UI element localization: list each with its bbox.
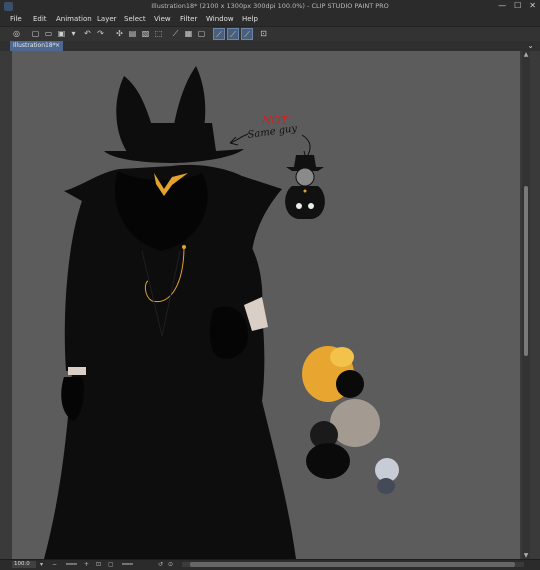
menu-file[interactable]: File xyxy=(10,15,22,23)
tab-list-chevron-icon[interactable]: ⌄ xyxy=(527,41,534,50)
command-bar: ◎ ▢ ▭ ▣ ▾ ↶ ↷ ✣ ▤ ▧ ⬚ ⟋ ▦ ▢ ⟋ ⟋ ⟋ ⊡ xyxy=(0,26,540,42)
menu-filter[interactable]: Filter xyxy=(180,15,197,23)
menu-layer[interactable]: Layer xyxy=(97,15,117,23)
transform-icon[interactable]: ⬚ xyxy=(153,28,164,39)
rotate-slider[interactable]: ━━━ xyxy=(122,560,133,569)
erase-selection-icon[interactable]: ▧ xyxy=(140,28,151,39)
scroll-up-icon[interactable]: ▲ xyxy=(522,51,530,58)
rotate-reset-icon[interactable]: ⊙ xyxy=(168,560,173,569)
watch-chain-clasp xyxy=(182,245,186,249)
zoom-dropdown-icon[interactable]: ▾ xyxy=(40,560,43,569)
rotate-left-icon[interactable]: ↺ xyxy=(158,560,163,569)
tab-label: Illustration18* xyxy=(13,42,56,49)
menu-help[interactable]: Help xyxy=(242,15,258,23)
open-icon[interactable]: ▭ xyxy=(43,28,54,39)
minimize-button[interactable]: — xyxy=(498,1,506,10)
zoom-in-icon[interactable]: + xyxy=(84,560,89,569)
fit-icon[interactable]: ⊡ xyxy=(96,560,101,569)
menu-window[interactable]: Window xyxy=(206,15,234,23)
canvas-tab-bar: Illustration18* × ⌄ xyxy=(0,41,540,51)
window-title: Illustration18* (2100 x 1300px 300dpi 10… xyxy=(151,2,389,10)
close-button[interactable]: ✕ xyxy=(529,1,536,10)
show-grid-icon[interactable]: ⟋ xyxy=(227,28,239,40)
horizontal-scrollbar[interactable] xyxy=(182,562,524,567)
tab-close-icon[interactable]: × xyxy=(55,41,60,51)
artwork: NOT Same guy xyxy=(44,66,399,559)
snap-grid-icon[interactable]: ▦ xyxy=(183,28,194,39)
annotation-arrow-left xyxy=(229,133,249,146)
horizontal-scroll-thumb[interactable] xyxy=(190,562,515,567)
tab-illustration18[interactable]: Illustration18* × xyxy=(10,41,63,51)
vertical-scroll-thumb[interactable] xyxy=(524,186,528,356)
canvas[interactable]: NOT Same guy xyxy=(12,51,520,559)
zoom-slider[interactable]: ━━━ xyxy=(66,560,77,569)
left-cuff xyxy=(68,367,86,375)
menu-animation[interactable]: Animation xyxy=(56,15,92,23)
menu-select[interactable]: Select xyxy=(124,15,146,23)
zoom-out-icon[interactable]: − xyxy=(52,560,57,569)
canvas-area[interactable]: NOT Same guy ▲ ▼ xyxy=(0,51,540,559)
undo-icon[interactable]: ↶ xyxy=(82,28,93,39)
snap-special-icon[interactable]: ▢ xyxy=(196,28,207,39)
show-ruler-icon[interactable]: ⟋ xyxy=(213,28,225,40)
save-icon[interactable]: ▣ xyxy=(56,28,67,39)
snap-ruler-icon[interactable]: ⟋ xyxy=(170,28,181,39)
export-icon[interactable]: ▾ xyxy=(68,28,79,39)
scroll-down-icon[interactable]: ▼ xyxy=(522,552,530,559)
new-icon[interactable]: ▢ xyxy=(30,28,41,39)
show-guides-icon[interactable]: ⊡ xyxy=(258,28,269,39)
fill-icon[interactable]: ▤ xyxy=(127,28,138,39)
app-icon[interactable]: ◎ xyxy=(11,28,22,39)
color-swatches xyxy=(302,346,399,494)
title-bar: Illustration18* (2100 x 1300px 300dpi 10… xyxy=(0,0,540,13)
rotate-field-icon[interactable]: ▢ xyxy=(108,560,114,569)
menu-bar: File Edit Animation Layer Select View Fi… xyxy=(0,13,540,26)
perspective-icon[interactable]: ⟋ xyxy=(241,28,253,40)
annotation-same-guy: Same guy xyxy=(247,123,298,141)
maximize-button[interactable]: ☐ xyxy=(514,1,521,10)
menu-view[interactable]: View xyxy=(154,15,171,23)
redo-icon[interactable]: ↷ xyxy=(95,28,106,39)
vertical-scrollbar[interactable]: ▲ ▼ xyxy=(522,51,530,559)
menu-edit[interactable]: Edit xyxy=(33,15,47,23)
clear-icon[interactable]: ✣ xyxy=(114,28,125,39)
small-figure xyxy=(285,155,325,219)
zoom-field[interactable]: 100.0 xyxy=(12,561,36,568)
status-bar: 100.0 ▾ − ━━━ + ⊡ ▢ ━━━ ↺ ⊙ xyxy=(0,559,540,570)
